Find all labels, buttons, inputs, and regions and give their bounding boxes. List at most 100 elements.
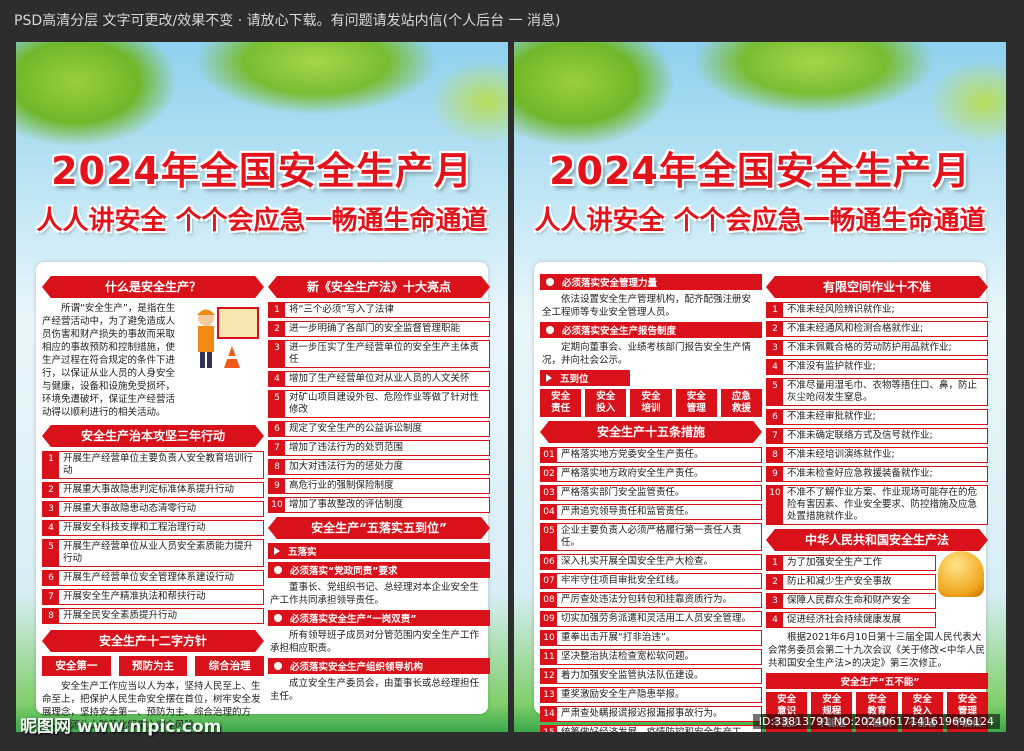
list-item: 10 不准不了解作业方案、作业现场可能存在的危险有害因素、作业安全要求、防控措施及… xyxy=(766,485,988,525)
dot-icon xyxy=(274,614,282,622)
section-title: 有限空间作业十不准 xyxy=(766,276,988,298)
list-item: 6 不准未经审批就作业; xyxy=(766,409,988,425)
label-box: 安全 投入 xyxy=(585,389,627,417)
list-item: 6 开展生产经营单位安全管理体系建设行动 xyxy=(42,570,264,586)
item-number: 3 xyxy=(43,502,59,516)
item-text: 深入扎实开展全国安全生产大检查。 xyxy=(561,556,714,567)
list-item: 02 严格落实地方政府安全生产责任。 xyxy=(540,466,762,482)
subhead: 必须落实“党政同责”要求 xyxy=(268,562,490,578)
subhead: 必须落实安全管理力量 xyxy=(540,274,762,290)
left-column-b: 新《安全生产法》十大亮点 1 将“三个必须”写入了法律 2 进一步明确了各部门的安全监… xyxy=(268,276,490,706)
item-text: 高危行业的强制保险制度 xyxy=(289,480,394,491)
dot-icon xyxy=(546,278,554,286)
item-text: 开展重大事故隐患动态清零行动 xyxy=(63,503,197,514)
list-item: 2 进一步明确了各部门的安全监督管理职能 xyxy=(268,321,490,337)
item-number: 13 xyxy=(541,688,557,702)
item-text: 进一步压实了生产经营单位的安全生产主体责任 xyxy=(289,342,480,365)
list-item: 10 重拳出击开展“打非治违”。 xyxy=(540,630,762,646)
item-text: 不准未经审批就作业; xyxy=(787,411,876,422)
list-item: 7 增加了违法行为的处罚范围 xyxy=(268,440,490,456)
item-text: 开展生产经营单位安全管理体系建设行动 xyxy=(63,572,235,583)
item-text: 不准未经培训演练就作业; xyxy=(787,449,895,460)
item-number: 9 xyxy=(269,479,285,493)
item-text: 开展安全生产精准执法和帮扶行动 xyxy=(63,591,206,602)
list-item: 12 着力加强安全监管执法队伍建设。 xyxy=(540,668,762,684)
item-number: 2 xyxy=(767,575,783,589)
item-text: 保障人民群众生命和财产安全 xyxy=(787,595,911,606)
label-box: 安全 培训 xyxy=(630,389,672,417)
item-text: 进一步明确了各部门的安全监督管理职能 xyxy=(289,323,461,334)
item-number: 2 xyxy=(43,483,59,497)
item-number: 6 xyxy=(43,571,59,585)
bell-icon xyxy=(938,551,984,597)
left-column-a: 什么是安全生产？ 所谓“安全生产”，是指在生产经营活动中，为了避免造成人员伤害和… xyxy=(42,276,265,732)
list-item: 4 促进经济社会持续健康发展 xyxy=(766,612,936,628)
section-title: 安全生产“五落实五到位” xyxy=(268,517,490,539)
right-column-a: 必须落实安全管理力量 依法设置安全生产管理机构，配齐配强注册安全工程师等专业安全… xyxy=(540,274,763,732)
poster-title: 2024年全国安全生产月 xyxy=(549,149,971,193)
item-number: 07 xyxy=(541,574,557,588)
item-number: 01 xyxy=(541,448,557,462)
item-text: 不准尽量用湿毛巾、衣物等捂住口、鼻，防止灰尘呛闷发生窒息。 xyxy=(787,380,978,403)
list-item: 9 不准未检查好应急救援装备就作业; xyxy=(766,466,988,482)
list-item: 14 严肃查处瞒报谎报迟报漏报事故行为。 xyxy=(540,706,762,722)
item-number: 1 xyxy=(269,303,285,317)
section-title: 新《安全生产法》十大亮点 xyxy=(268,276,490,298)
list-item: 4 增加了生产经营单位对从业人员的人文关怀 xyxy=(268,371,490,387)
list-item: 1 为了加强安全生产工作 xyxy=(766,555,936,571)
measures-list: 01 严格落实地方党委安全生产责任。 02 严格落实地方政府安全生产责任。 03 严格落实… xyxy=(540,447,762,732)
item-number: 15 xyxy=(541,726,557,732)
item-number: 5 xyxy=(767,379,783,405)
item-text: 开展生产经营单位主要负责人安全教育培训行动 xyxy=(63,453,254,476)
subhead: 五到位 xyxy=(540,370,630,386)
item-number: 3 xyxy=(767,341,783,355)
item-text: 严肃追究领导责任和监管责任。 xyxy=(561,506,695,517)
item-text: 增加了生产经营单位对从业人员的人文关怀 xyxy=(289,373,470,384)
item-text: 不准没有监护就作业; xyxy=(787,361,876,372)
list-item: 5 不准尽量用湿毛巾、衣物等捂住口、鼻，防止灰尘呛闷发生窒息。 xyxy=(766,378,988,406)
dot-icon xyxy=(274,566,282,574)
dot-icon xyxy=(274,662,282,670)
section-text: 所谓“安全生产”，是指在生产经营活动中，为了避免造成人员伤害和财产损失的事故而采… xyxy=(42,303,176,418)
list-item: 7 不准未确定联络方式及信号就作业; xyxy=(766,428,988,444)
list-item: 8 不准未经培训演练就作业; xyxy=(766,447,988,463)
list-item: 03 严格落实部门安全监管责任。 xyxy=(540,485,762,501)
item-number: 5 xyxy=(269,391,285,417)
subhead-label: 安全生产“五不能” xyxy=(840,677,920,688)
poster-subtitle: 人人讲安全 个个会应急一畅通生命通道 xyxy=(534,206,986,236)
item-number: 4 xyxy=(767,613,783,627)
sub-text: 成立安全生产委员会，由董事长或总经理担任主任。 xyxy=(270,678,480,702)
list-item: 01 严格落实地方党委安全生产责任。 xyxy=(540,447,762,463)
item-text: 开展全民安全素质提升行动 xyxy=(63,610,178,621)
item-number: 9 xyxy=(767,467,783,481)
label-box: 预防为主 xyxy=(118,656,188,676)
worker-illustration-icon xyxy=(197,307,259,368)
item-number: 4 xyxy=(43,521,59,535)
item-number: 7 xyxy=(767,429,783,443)
item-number: 8 xyxy=(43,609,59,623)
list-item: 15统筹做好经济发展、疫情防控和安全生产工作。 xyxy=(540,725,762,732)
item-text: 严格落实部门安全监管责任。 xyxy=(561,487,685,498)
item-number: 10 xyxy=(767,486,783,524)
list-item: 07 牢牢守住项目审批安全红线。 xyxy=(540,573,762,589)
item-number: 10 xyxy=(269,498,285,512)
subhead: 五落实 xyxy=(268,543,490,559)
item-number: 02 xyxy=(541,467,557,481)
item-number: 7 xyxy=(43,590,59,604)
item-number: 3 xyxy=(269,341,285,367)
poster-right: 2024年全国安全生产月 人人讲安全 个个会应急一畅通生命通道 必须落实安全管理… xyxy=(514,42,1006,732)
item-number: 4 xyxy=(767,360,783,374)
list-item: 6 规定了安全生产的公益诉讼制度 xyxy=(268,421,490,437)
list-item: 4 开展安全科技支撑和工程治理行动 xyxy=(42,520,264,536)
item-text: 切实加强劳务派遣和灵活用工人员安全管理。 xyxy=(561,613,752,624)
item-text: 不准未经风险辨识就作业; xyxy=(787,304,895,315)
item-text: 企业主要负责人必须严格履行第一责任人责任。 xyxy=(561,525,742,548)
subhead: 必须落实安全生产组织领导机构 xyxy=(268,658,490,674)
item-text: 统筹做好经济发展、疫情防控和安全生产工作。 xyxy=(557,726,761,732)
list-item: 3 进一步压实了生产经营单位的安全生产主体责任 xyxy=(268,340,490,368)
section-title: 中华人民共和国安全生产法 xyxy=(766,529,988,551)
item-number: 6 xyxy=(767,410,783,424)
subhead: 必须落实安全生产报告制度 xyxy=(540,322,762,338)
list-item: 3 保障人民群众生命和财产安全 xyxy=(766,593,936,609)
list-item: 2 防止和减少生产安全事故 xyxy=(766,574,936,590)
